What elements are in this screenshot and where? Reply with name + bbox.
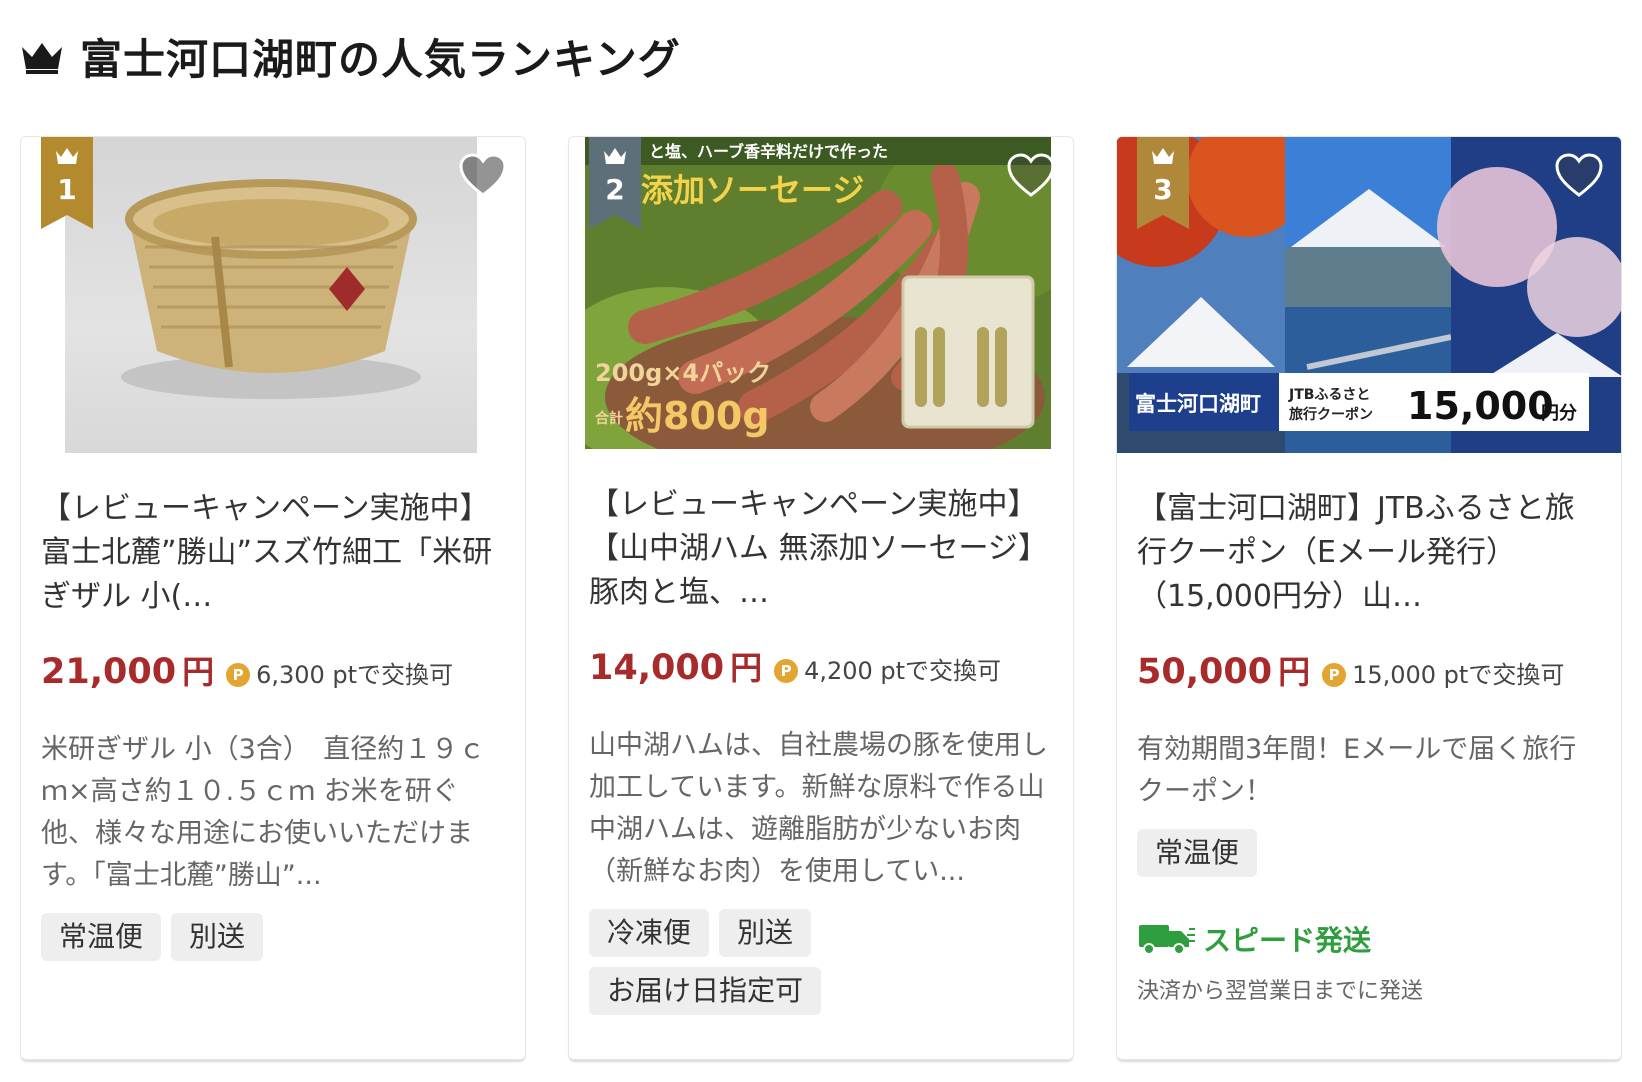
speed-shipping-label: スピード発送 bbox=[1203, 924, 1372, 957]
image-caption-total-prefix: 合計 bbox=[595, 410, 623, 427]
price-value: 21,000 bbox=[41, 652, 177, 692]
truck-icon bbox=[1139, 925, 1195, 955]
tag: 別送 bbox=[171, 913, 264, 961]
product-image-3[interactable]: 富士河口湖町 JTBふるさと 旅行クーポン 15,000 円分 3 bbox=[1117, 137, 1621, 453]
points-text: 4,200 ptで交換可 bbox=[804, 657, 1002, 685]
price-unit: 円 bbox=[730, 649, 763, 687]
rank-number: 3 bbox=[1153, 173, 1173, 206]
points-icon: P bbox=[774, 659, 799, 683]
image-caption-amount: 15,000 bbox=[1407, 384, 1554, 428]
rank-number: 2 bbox=[605, 173, 625, 206]
product-title[interactable]: 【レビューキャンペーン実施中】【山中湖ハム 無添加ソーセージ】豚肉と塩、… bbox=[569, 483, 1073, 615]
tag: 冷凍便 bbox=[589, 909, 710, 957]
section-title: 富士河口湖町の人気ランキング bbox=[80, 35, 681, 84]
speed-shipping: スピード発送 決済から翌営業日までに発送 bbox=[1117, 919, 1621, 1005]
price-row: 21,000 円 P 6,300 ptで交換可 bbox=[21, 647, 525, 693]
tag-list: 冷凍便 別送 お届け日指定可 bbox=[569, 909, 1073, 1015]
image-caption-amount-unit: 円分 bbox=[1541, 403, 1577, 424]
price-row: 14,000 円 P 4,200 ptで交換可 bbox=[569, 643, 1073, 689]
rank-number: 1 bbox=[57, 173, 77, 206]
image-caption-jtb-line2: 旅行クーポン bbox=[1289, 406, 1373, 423]
favorite-heart-icon[interactable] bbox=[459, 153, 507, 199]
price-unit: 円 bbox=[182, 653, 215, 691]
image-caption-pack: 200g×4パック bbox=[595, 359, 771, 387]
favorite-heart-icon[interactable] bbox=[1007, 153, 1055, 199]
tag: 常温便 bbox=[1137, 829, 1258, 877]
tag: 常温便 bbox=[41, 913, 162, 961]
product-title[interactable]: 【富士河口湖町】JTBふるさと旅行クーポン（Eメール発行）（15,000円分）山… bbox=[1117, 487, 1621, 619]
image-caption-jtb-line1: JTBふるさと bbox=[1288, 387, 1370, 403]
rank-badge-3: 3 bbox=[1137, 137, 1189, 229]
product-card-3[interactable]: 富士河口湖町 JTBふるさと 旅行クーポン 15,000 円分 3 【富士河口湖… bbox=[1116, 136, 1622, 1060]
points-text: 6,300 ptで交換可 bbox=[256, 661, 454, 689]
crown-icon bbox=[22, 42, 62, 74]
product-card-2[interactable]: と塩、ハーブ香辛料だけで作った 添加ソーセージ 200g×4パック 合計 約80… bbox=[568, 136, 1074, 1060]
product-image-2[interactable]: と塩、ハーブ香辛料だけで作った 添加ソーセージ 200g×4パック 合計 約80… bbox=[569, 137, 1073, 453]
product-description: 米研ぎザル 小（3合） 直径約１９ｃｍ×高さ約１０.５ｃｍ お米を研ぐ他、様々な… bbox=[41, 734, 486, 891]
product-description: 山中湖ハムは、自社農場の豚を使用し加工しています。新鮮な原料で作る山中湖ハムは、… bbox=[589, 730, 1048, 887]
tag: 別送 bbox=[719, 909, 812, 957]
product-title[interactable]: 【レビューキャンペーン実施中】富士北麓”勝山”スズ竹細工「米研ぎザル 小(… bbox=[21, 487, 525, 619]
product-description: 有効期間3年間！Eメールで届く旅行クーポン！ bbox=[1137, 734, 1577, 807]
price-unit: 円 bbox=[1278, 653, 1311, 691]
rank-badge-2: 2 bbox=[589, 137, 641, 229]
image-caption-top: と塩、ハーブ香辛料だけで作った bbox=[649, 142, 888, 161]
tag: お届け日指定可 bbox=[589, 967, 822, 1015]
tag-list: 常温便 別送 bbox=[21, 913, 525, 961]
price-value: 50,000 bbox=[1137, 652, 1273, 692]
speed-shipping-note: 決済から翌営業日までに発送 bbox=[1137, 979, 1424, 1004]
product-card-1[interactable]: 1 【レビューキャンペーン実施中】富士北麓”勝山”スズ竹細工「米研ぎザル 小(…… bbox=[20, 136, 526, 1060]
price-row: 50,000 円 P 15,000 ptで交換可 bbox=[1117, 647, 1621, 693]
image-caption-town: 富士河口湖町 bbox=[1135, 392, 1261, 416]
tag-list: 常温便 bbox=[1117, 829, 1621, 877]
points-icon: P bbox=[226, 663, 251, 687]
image-caption-banner: 添加ソーセージ bbox=[641, 171, 864, 209]
image-caption-total: 約800g bbox=[625, 394, 770, 438]
rank-badge-1: 1 bbox=[41, 137, 93, 229]
favorite-heart-icon[interactable] bbox=[1555, 153, 1603, 199]
points-text: 15,000 ptで交換可 bbox=[1352, 661, 1565, 689]
section-heading: 富士河口湖町の人気ランキング bbox=[20, 26, 681, 87]
points-icon: P bbox=[1322, 663, 1347, 687]
price-value: 14,000 bbox=[589, 648, 725, 688]
product-image-1[interactable]: 1 bbox=[21, 137, 525, 453]
ranking-page: 富士河口湖町の人気ランキング 1 【レビューキャンペーン実施中】富士北麓”勝山”… bbox=[0, 0, 1642, 1082]
